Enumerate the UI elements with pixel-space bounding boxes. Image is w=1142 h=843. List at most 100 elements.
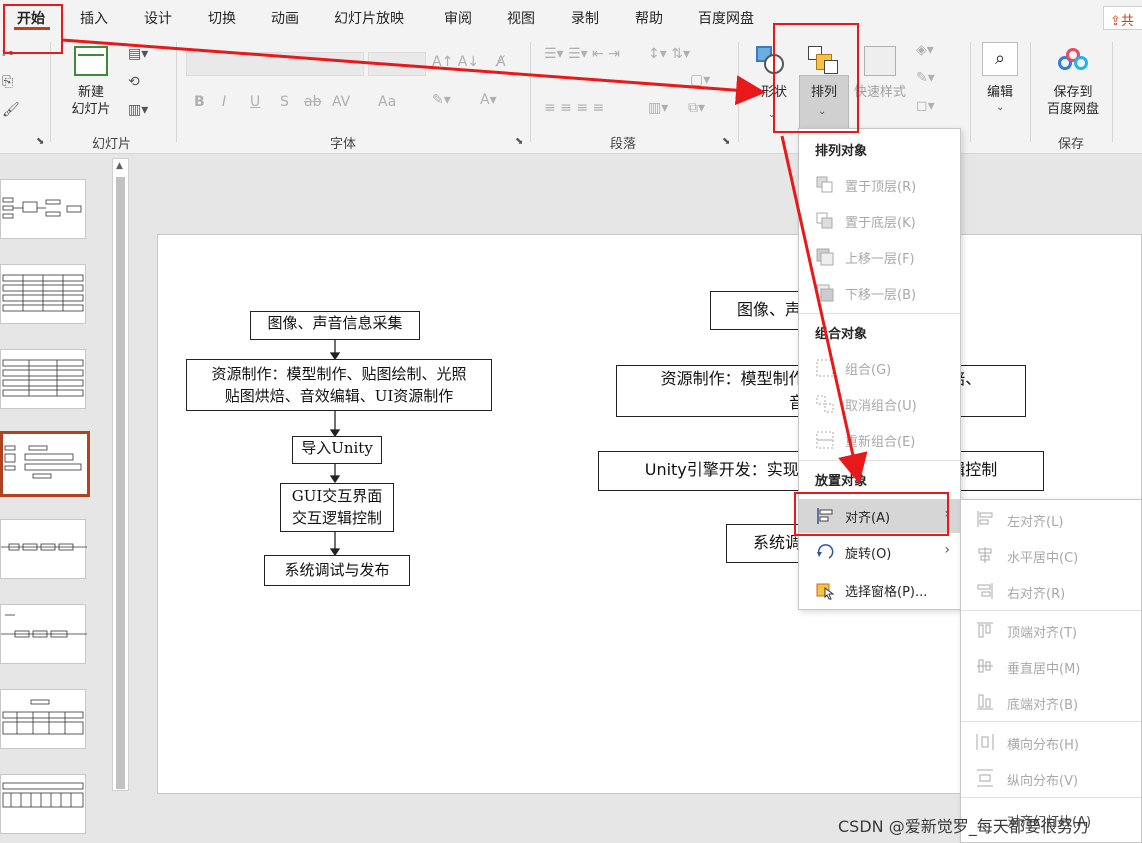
clear-format-icon[interactable]: A̸ — [496, 54, 506, 70]
tab-design[interactable]: 设计 — [144, 8, 172, 28]
chevron-right-icon: › — [944, 542, 950, 558]
group-item[interactable]: 组合(G) — [799, 351, 960, 385]
smartart-icon[interactable]: ⧉▾ — [688, 100, 705, 116]
tab-animations[interactable]: 动画 — [271, 8, 299, 28]
bring-forward-icon — [816, 248, 834, 266]
new-slide-button[interactable]: 新建 幻灯片 — [62, 84, 120, 118]
shape-effects-icon[interactable]: ◻▾ — [916, 98, 935, 114]
slide-thumbnail-active[interactable] — [0, 431, 90, 497]
slide-thumbnail[interactable] — [0, 519, 87, 579]
tab-slideshow[interactable]: 幻灯片放映 — [334, 8, 404, 28]
slide-thumbnail[interactable] — [0, 264, 86, 324]
font-size-select[interactable] — [368, 52, 426, 76]
align-top-item[interactable]: 顶端对齐(T) — [961, 613, 1141, 647]
ungroup-item[interactable]: 取消组合(U) — [799, 387, 960, 421]
section-icon[interactable]: ▥▾ — [128, 102, 148, 118]
scroll-up-icon[interactable]: ▲ — [116, 161, 123, 171]
tab-home[interactable]: 开始 — [17, 8, 45, 28]
align-item[interactable]: 对齐(A) › — [799, 499, 960, 533]
shape-fill-icon[interactable]: ◈▾ — [916, 42, 934, 58]
columns-icon[interactable]: ▥▾ — [648, 100, 668, 116]
font-color-icon[interactable]: A▾ — [480, 92, 497, 108]
group-label-save: 保存 — [1058, 137, 1085, 152]
flow-step-debug[interactable]: 系统调试与发布 — [264, 555, 410, 586]
italic-button[interactable]: I — [222, 94, 226, 110]
tab-help[interactable]: 帮助 — [635, 8, 663, 28]
menu-section-position: 放置对象 — [815, 474, 868, 489]
tab-record[interactable]: 录制 — [571, 8, 599, 28]
bring-to-front-item[interactable]: 置于顶层(R) — [799, 168, 960, 202]
shapes-icon[interactable] — [756, 46, 786, 76]
align-center-icon — [978, 547, 992, 563]
font-dialog-launcher-icon[interactable]: ⬊ — [515, 136, 523, 147]
tab-transitions[interactable]: 切换 — [208, 8, 236, 28]
slide-thumbnail[interactable] — [0, 604, 87, 664]
tab-review[interactable]: 审阅 — [444, 8, 472, 28]
flow-step-collect[interactable]: 图像、声音信息采集 — [250, 311, 420, 340]
quick-styles-button[interactable]: 快速样式 — [850, 84, 910, 101]
selection-pane-item[interactable]: 选择窗格(P)... — [799, 573, 960, 607]
align-right-item[interactable]: 右对齐(R) — [961, 574, 1141, 608]
rotate-item[interactable]: 旋转(O) › — [799, 535, 960, 569]
shapes-button[interactable]: 形状 — [754, 84, 794, 101]
align-left-item[interactable]: 左对齐(L) — [961, 502, 1141, 536]
regroup-item[interactable]: 重新组合(E) — [799, 423, 960, 457]
search-icon[interactable]: ⌕ — [982, 42, 1018, 76]
slide-thumbnail[interactable] — [0, 689, 86, 749]
scrollbar-thumb[interactable] — [116, 177, 125, 789]
change-case-button[interactable]: Aa — [378, 94, 396, 110]
slide-thumbnail[interactable] — [0, 774, 86, 834]
flow-step-gui[interactable]: GUI交互界面 交互逻辑控制 — [280, 483, 394, 532]
baidu-netdisk-icon[interactable] — [1058, 48, 1088, 74]
shape-outline-icon[interactable]: ✎▾ — [916, 70, 935, 86]
new-slide-icon[interactable] — [74, 46, 108, 76]
edit-button[interactable]: 编辑 — [978, 84, 1022, 101]
strikethrough-button[interactable]: ab — [304, 94, 321, 110]
align-left-icon[interactable]: ≡ ≡ ≡ ≡ — [544, 100, 604, 116]
tab-view[interactable]: 视图 — [507, 8, 535, 28]
underline-button[interactable]: U — [250, 94, 260, 110]
arrange-icon — [808, 46, 840, 76]
send-backward-item[interactable]: 下移一层(B) — [799, 276, 960, 310]
bullets-icon[interactable]: ☰▾ ☰▾ ⇤ ⇥ — [544, 46, 620, 62]
distribute-vertically-item[interactable]: 纵向分布(V) — [961, 761, 1141, 795]
text-align-icon[interactable]: ▢▾ — [690, 72, 710, 88]
group-label-slides: 幻灯片 — [92, 137, 132, 152]
line-spacing-icon[interactable]: ↕▾ ⇅▾ — [648, 46, 690, 62]
grow-font-icon[interactable]: A↑ A↓ — [432, 54, 479, 70]
dialog-launcher-icon[interactable]: ⬊ — [36, 136, 44, 147]
send-to-back-item[interactable]: 置于底层(K) — [799, 204, 960, 238]
paragraph-dialog-launcher-icon[interactable]: ⬊ — [722, 136, 730, 147]
char-spacing-button[interactable]: AV — [332, 94, 350, 110]
slide-thumbnail[interactable] — [0, 179, 86, 239]
flow-step-import-unity[interactable]: 导入Unity — [292, 436, 382, 464]
shadow-button[interactable]: S — [280, 94, 289, 110]
flow2-step-debug[interactable]: 系统调 — [726, 524, 806, 563]
align-bottom-item[interactable]: 底端对齐(B) — [961, 685, 1141, 719]
flow-step-resources[interactable]: 资源制作：模型制作、贴图绘制、光照 贴图烘焙、音效编辑、UI资源制作 — [186, 359, 492, 411]
regroup-icon — [816, 431, 834, 449]
align-center-item[interactable]: 水平居中(C) — [961, 538, 1141, 572]
align-middle-item[interactable]: 垂直居中(M) — [961, 649, 1141, 683]
distribute-horizontally-item[interactable]: 横向分布(H) — [961, 725, 1141, 759]
tab-insert[interactable]: 插入 — [80, 8, 108, 28]
share-button[interactable]: ⇪共 — [1103, 6, 1142, 30]
font-name-select[interactable] — [186, 52, 364, 76]
tab-baidu-netdisk[interactable]: 百度网盘 — [698, 8, 754, 28]
menu-section-arrange: 排列对象 — [815, 144, 868, 159]
save-to-baidu-button[interactable]: 保存到 百度网盘 — [1040, 84, 1106, 118]
bring-forward-item[interactable]: 上移一层(F) — [799, 240, 960, 274]
layout-icon[interactable]: ▤▾ — [128, 46, 148, 62]
copy-icon[interactable]: ⎘ — [2, 74, 13, 90]
slide-thumbnail[interactable] — [0, 349, 86, 409]
thumbnail-scrollbar[interactable]: ▲ — [112, 158, 129, 791]
align-submenu: 左对齐(L) 水平居中(C) 右对齐(R) 顶端对齐(T) 垂直居中(M) 底端… — [960, 499, 1142, 843]
flow2-step-collect[interactable]: 图像、声 — [710, 291, 810, 330]
highlight-icon[interactable]: ✎▾ — [432, 92, 451, 108]
reset-icon[interactable]: ⟲ — [128, 74, 140, 90]
bring-to-front-icon — [816, 176, 833, 193]
bold-button[interactable]: B — [194, 94, 205, 110]
quick-styles-icon[interactable] — [864, 46, 896, 76]
format-painter-icon[interactable]: 🖌 — [2, 102, 20, 118]
cut-icon[interactable]: ✂ — [2, 46, 14, 62]
